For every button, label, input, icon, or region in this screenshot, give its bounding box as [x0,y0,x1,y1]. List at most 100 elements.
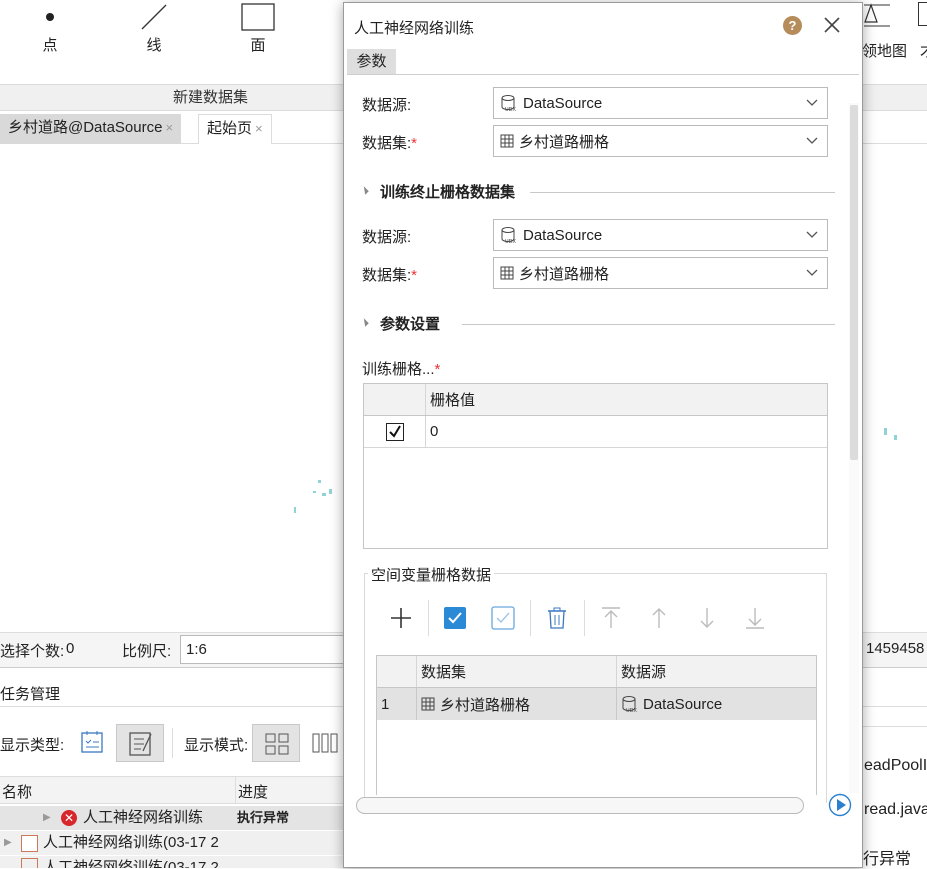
grid-value-header: 栅格值 [430,392,476,409]
expand-icon[interactable]: ▶ [4,831,12,855]
task-list-icon[interactable] [79,729,105,755]
task-type-icon [21,835,38,852]
source-datasource-label: 数据源: [362,97,412,114]
task-name: 人工神经网络训练(03-17 2 [43,859,219,868]
task-detail-button[interactable] [116,724,164,762]
row-index: 1 [381,695,390,713]
table-row[interactable]: 1 乡村道路栅格 UDX DataSource [377,688,816,720]
log-divider [863,726,927,727]
table-header: 栅格值 [364,384,827,416]
display-type-label: 显示类型: [0,737,65,754]
toolbar-divider [172,728,173,758]
spatial-variable-table: 数据集 数据源 1 乡村道路栅格 UDX DataSource [376,655,817,795]
grid-view-button[interactable] [252,724,300,762]
table-row[interactable]: 0 [364,416,827,448]
column-datasource: 数据源 [621,664,667,681]
stop-datasource-label: 数据源: [362,229,412,246]
stop-raster-section[interactable]: 训练终止栅格数据集 [360,181,835,203]
dialog-title: 人工神经网络训练 [354,20,475,37]
move-up-icon[interactable] [646,605,672,631]
param-settings-section[interactable]: 参数设置 [360,313,835,335]
close-icon[interactable]: × [255,121,263,136]
tab-start-label: 起始页 [207,120,253,137]
column-divider [235,776,236,804]
tab-start-page[interactable]: 起始页 × [198,114,272,144]
chevron-down-icon [806,269,818,276]
source-datasource-select[interactable]: UDX DataSource [493,87,828,119]
source-dataset-select[interactable]: 乡村道路栅格 [493,125,828,157]
section-divider [530,192,835,193]
edit-doc-icon [129,732,152,756]
log-line: 行异常 [863,851,912,868]
raster-grid-icon [421,697,435,711]
point-button[interactable]: 点 [18,0,82,55]
chevron-down-icon [806,231,818,238]
expand-icon[interactable]: ▶ [43,806,51,830]
invert-select-icon[interactable] [490,605,516,631]
raster-grid-icon [500,266,514,280]
polygon-label: 面 [250,37,266,54]
column-progress: 进度 [238,784,269,801]
line-button[interactable]: 线 [122,0,186,55]
task-name: 人工神经网络训练 [83,809,204,826]
scrollbar-thumb[interactable] [850,105,858,460]
log-line: eadPoolI [864,757,927,774]
chevron-down-icon [806,99,818,106]
datasource-icon: UDX [622,696,638,713]
task-grid-header [0,776,345,804]
move-bottom-icon[interactable] [742,605,768,631]
progress-bar [356,797,804,814]
tab-map[interactable]: 乡村道路@DataSource × [0,114,182,144]
line-label: 线 [146,37,162,54]
section-divider [462,324,835,325]
grid-view-icon [265,733,289,755]
error-icon: ✕ [61,810,77,826]
ribbon-label-map: 领地图 [862,43,908,60]
move-top-icon[interactable] [598,605,624,631]
scale-label: 比例尺: [122,643,172,660]
svg-text:UDX: UDX [505,239,517,244]
collapse-triangle-icon [360,186,369,195]
table-header: 数据集 数据源 [377,656,816,688]
column-view-icon[interactable] [311,730,339,756]
ribbon-label-partial: 才 [920,40,927,61]
task-row[interactable]: 人工神经网络训练(03-17 2 [0,856,345,868]
row-checkbox[interactable] [386,423,404,441]
source-dataset-label: 数据集:* [362,135,418,152]
add-icon[interactable] [388,605,414,631]
run-button[interactable] [828,793,852,817]
partial-icon [918,2,927,26]
svg-text:UDX: UDX [626,708,638,713]
line-icon [122,0,186,34]
raster-grid-icon [500,134,514,148]
close-icon[interactable]: × [165,120,173,135]
tab-map-label: 乡村道路@DataSource [8,119,163,136]
map-icon[interactable] [863,2,893,28]
task-status: 执行异常 [237,810,290,825]
param-section-title: 参数设置 [380,316,441,333]
help-icon[interactable]: ? [783,16,802,35]
close-icon[interactable] [820,13,844,37]
task-type-icon [21,858,38,868]
svg-text:UDX: UDX [505,107,517,112]
point-icon [18,0,82,34]
task-row[interactable]: ▶ 人工神经网络训练(03-17 2 [0,831,345,855]
stop-datasource-select[interactable]: UDX DataSource [493,219,828,251]
play-icon [828,793,852,817]
move-down-icon[interactable] [694,605,720,631]
polygon-button[interactable]: 面 [226,0,290,55]
column-dataset: 数据集 [421,664,467,681]
stop-dataset-select[interactable]: 乡村道路栅格 [493,257,828,289]
chevron-down-icon [806,137,818,144]
row-dataset: 乡村道路栅格 [440,696,531,714]
stop-section-title: 训练终止栅格数据集 [380,184,516,201]
stop-dataset-value: 乡村道路栅格 [519,265,610,283]
tab-parameters[interactable]: 参数 [347,49,396,75]
scale-input[interactable]: 1:6 [180,635,350,664]
task-row[interactable]: ▶ ✕ 人工神经网络训练 执行异常 [0,806,345,830]
log-line: read.java [864,801,927,818]
point-label: 点 [42,37,58,54]
source-datasource-value: DataSource [523,94,603,112]
delete-icon[interactable] [544,605,570,631]
select-all-icon[interactable] [442,605,468,631]
